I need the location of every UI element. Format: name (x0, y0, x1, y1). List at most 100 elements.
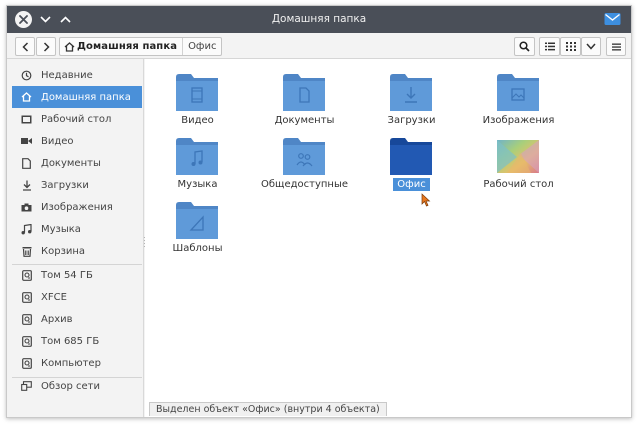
sidebar-item-trash[interactable]: Корзина (12, 240, 142, 262)
sidebar-item-volume-685[interactable]: Том 685 ГБ (12, 330, 142, 352)
file-manager-window: Домашняя папка Домашняя папка Офис Недав… (6, 5, 632, 418)
sidebar-item-label: Изображения (41, 201, 113, 213)
sidebar-item-downloads[interactable]: Загрузки (12, 174, 142, 196)
drive-icon (20, 313, 33, 326)
sidebar-item-volume-54[interactable]: Том 54 ГБ (12, 264, 142, 286)
file-name: Документы (274, 115, 335, 126)
sidebar-item-desktop[interactable]: Рабочий стол (12, 108, 142, 130)
sidebar-item-archive[interactable]: Архив (12, 308, 142, 330)
sidebar-item-documents[interactable]: Документы (12, 152, 142, 174)
sidebar-item-music[interactable]: Музыка (12, 218, 142, 240)
sidebar-item-label: Рабочий стол (41, 113, 112, 125)
file-item-selected[interactable]: Офис (359, 133, 464, 195)
camera-icon (20, 201, 33, 214)
folder-icon (390, 138, 432, 175)
folder-templates-icon (176, 202, 218, 239)
home-icon (20, 91, 33, 104)
trash-icon (20, 245, 33, 258)
folder-public-icon (283, 138, 325, 175)
status-bar: Выделен объект «Офис» (внутри 4 объекта) (149, 402, 387, 416)
sidebar-item-label: Архив (41, 313, 73, 325)
title-bar: Домашняя папка (7, 6, 631, 33)
file-item[interactable]: Рабочий стол (466, 133, 571, 195)
file-item[interactable]: Общедоступные (252, 133, 357, 195)
folder-video-icon (176, 74, 218, 111)
breadcrumb-office[interactable]: Офис (183, 41, 221, 52)
sidebar: Недавние Домашняя папка Рабочий стол Вид… (7, 59, 144, 417)
file-item[interactable]: Видео (145, 69, 250, 131)
sidebar-item-label: Обзор сети (41, 380, 100, 392)
drive-icon (20, 357, 33, 370)
window-title: Домашняя папка (271, 13, 367, 25)
sidebar-item-label: Том 54 ГБ (41, 269, 93, 281)
sidebar-item-label: Компьютер (41, 357, 101, 369)
file-name: Музыка (177, 179, 218, 190)
network-icon (20, 380, 33, 393)
video-icon (20, 135, 33, 148)
sidebar-item-computer[interactable]: Компьютер (12, 352, 142, 374)
sidebar-item-network[interactable]: Обзор сети (12, 375, 142, 397)
list-view-button[interactable] (539, 37, 560, 56)
breadcrumb: Домашняя папка Офис (59, 37, 223, 56)
grid-view-button[interactable] (560, 37, 581, 56)
grid-view-icon (565, 42, 576, 51)
sidebar-item-label: Том 685 ГБ (41, 335, 100, 347)
drive-icon (20, 269, 33, 282)
drive-icon (20, 335, 33, 348)
sidebar-item-label: Документы (41, 157, 101, 169)
file-name: Общедоступные (260, 179, 348, 190)
chevron-down-icon (586, 43, 596, 50)
mouse-cursor-icon (421, 193, 431, 207)
mail-icon[interactable] (604, 12, 621, 26)
sidebar-item-label: Домашняя папка (41, 91, 131, 103)
chevron-left-icon (21, 41, 28, 52)
file-name: Офис (359, 178, 464, 191)
desktop-wallpaper-icon (497, 140, 539, 173)
recent-icon (20, 69, 33, 82)
folder-music-icon (176, 138, 218, 175)
search-icon (519, 41, 530, 52)
breadcrumb-home-label: Домашняя папка (77, 41, 178, 52)
folder-download-icon (390, 74, 432, 111)
hamburger-menu-icon (611, 43, 621, 50)
chevron-right-icon (43, 41, 50, 52)
file-name: Шаблоны (172, 243, 223, 254)
sidebar-item-label: Видео (41, 135, 74, 147)
sidebar-item-pictures[interactable]: Изображения (12, 196, 142, 218)
toolbar: Домашняя папка Офис (7, 33, 631, 59)
sidebar-item-video[interactable]: Видео (12, 130, 142, 152)
file-name: Видео (181, 115, 214, 126)
file-item[interactable]: Изображения (466, 69, 571, 131)
file-name: Загрузки (387, 115, 436, 126)
list-view-icon (544, 42, 555, 51)
music-icon (20, 223, 33, 236)
file-view: Видео Документы Загрузки Изображения Муз… (145, 59, 631, 417)
file-item[interactable]: Документы (252, 69, 357, 131)
sidebar-item-home[interactable]: Домашняя папка (12, 86, 142, 108)
menu-button[interactable] (606, 37, 626, 56)
search-button[interactable] (514, 37, 535, 56)
file-item[interactable]: Загрузки (359, 69, 464, 131)
download-icon (20, 179, 33, 192)
sidebar-item-label: Загрузки (41, 179, 89, 191)
sidebar-item-label: Недавние (41, 69, 93, 81)
file-name: Рабочий стол (483, 179, 554, 190)
sidebar-item-label: Музыка (41, 223, 81, 235)
home-icon (64, 41, 75, 52)
forward-button[interactable] (36, 37, 56, 56)
sidebar-item-label: Корзина (41, 245, 86, 257)
document-icon (20, 157, 33, 170)
folder-documents-icon (283, 74, 325, 111)
file-item[interactable]: Шаблоны (145, 197, 250, 259)
file-name: Изображения (482, 115, 555, 126)
folder-pictures-icon (497, 74, 539, 111)
breadcrumb-home[interactable]: Домашняя папка (60, 38, 182, 55)
back-button[interactable] (15, 37, 35, 56)
sidebar-item-recent[interactable]: Недавние (12, 64, 142, 86)
view-options-button[interactable] (581, 37, 601, 56)
file-item[interactable]: Музыка (145, 133, 250, 195)
sidebar-item-xfce[interactable]: XFCE (12, 286, 142, 308)
sidebar-item-label: XFCE (41, 291, 67, 303)
drive-icon (20, 291, 33, 304)
desktop-icon (20, 113, 33, 126)
